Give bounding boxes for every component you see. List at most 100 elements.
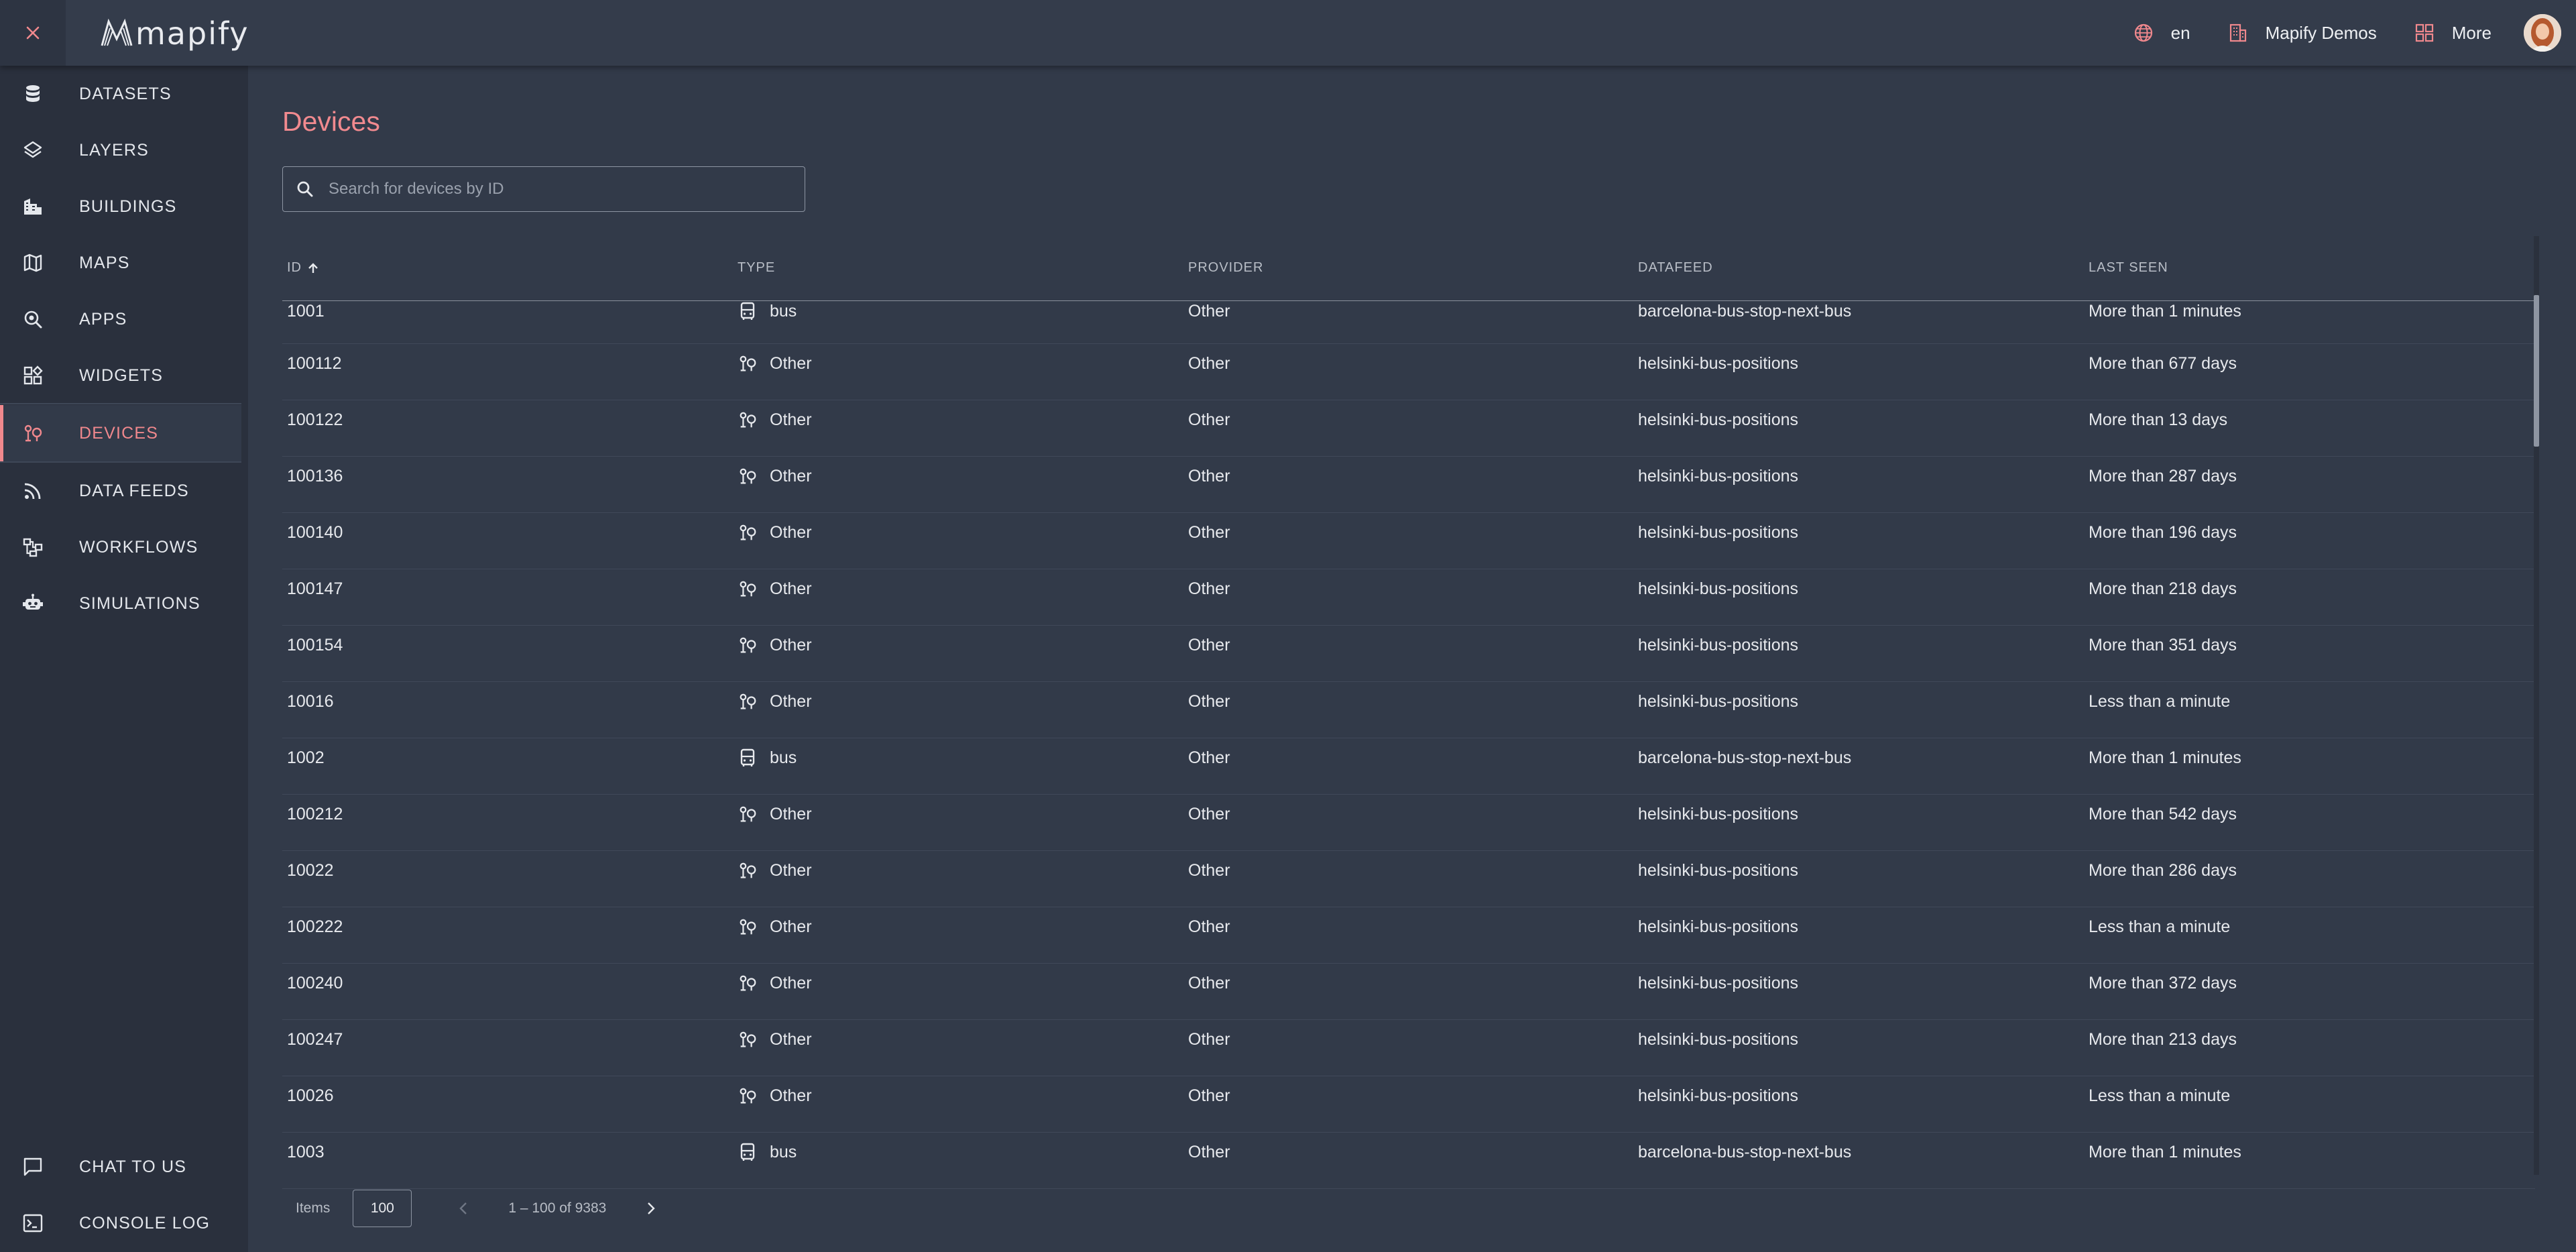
- table-row[interactable]: 100212 Other Other helsinki-bus-positions Mo…: [282, 795, 2535, 851]
- table-row[interactable]: 100222 Other Other helsinki-bus-positions Le…: [282, 907, 2535, 964]
- close-button[interactable]: [0, 0, 66, 66]
- cell-datafeed: helsinki-bus-positions: [1638, 522, 1799, 542]
- search-field[interactable]: [282, 166, 805, 212]
- sidebar-item-datasets[interactable]: DATASETS: [0, 66, 241, 122]
- sidebar-item-chat[interactable]: CHAT TO US: [0, 1139, 241, 1195]
- organization-label: Mapify Demos: [2265, 22, 2377, 43]
- sidebar-item-workflows[interactable]: WORKFLOWS: [0, 519, 241, 575]
- organization-selector[interactable]: Mapify Demos: [2228, 23, 2377, 44]
- table-row[interactable]: 100240 Other Other helsinki-bus-positions Mo…: [282, 964, 2535, 1020]
- table-row[interactable]: 100154 Other Other helsinki-bus-positions Mo…: [282, 626, 2535, 682]
- type-label: Other: [770, 466, 812, 486]
- sidebar-item-data-feeds[interactable]: DATA FEEDS: [0, 463, 241, 519]
- cell-datafeed: helsinki-bus-positions: [1638, 917, 1799, 936]
- table-row[interactable]: 100247 Other Other helsinki-bus-positions Mo…: [282, 1020, 2535, 1076]
- table-row[interactable]: 1003 bus Other barcelona-bus-stop-next-bus M…: [282, 1133, 2535, 1189]
- cell-last-seen: Less than a minute: [2089, 691, 2231, 711]
- language-selector[interactable]: en: [2133, 23, 2190, 44]
- cell-type: Other: [738, 974, 812, 992]
- cell-type: Other: [738, 410, 812, 429]
- workflow-icon: [23, 538, 43, 557]
- cell-datafeed: helsinki-bus-positions: [1638, 973, 1799, 992]
- sidebar-item-simulations[interactable]: SIMULATIONS: [0, 575, 241, 632]
- column-header-datafeed[interactable]: DATAFEED: [1638, 260, 1713, 276]
- cell-provider: Other: [1188, 466, 1230, 486]
- table-row[interactable]: 10016 Other Other helsinki-bus-positions Les…: [282, 682, 2535, 738]
- cell-last-seen: More than 286 days: [2089, 860, 2237, 880]
- table-row[interactable]: 1001 bus Other barcelona-bus-stop-next-bus M…: [282, 301, 2535, 344]
- chat-icon: [23, 1157, 42, 1176]
- terminal-icon: [23, 1214, 43, 1233]
- cell-datafeed: barcelona-bus-stop-next-bus: [1638, 748, 1852, 767]
- cell-id: 100240: [287, 973, 343, 992]
- mapify-logo[interactable]: mapify: [101, 15, 249, 52]
- table-row[interactable]: 10026 Other Other helsinki-bus-positions Les…: [282, 1076, 2535, 1133]
- cell-type: bus: [738, 748, 797, 767]
- cell-type: Other: [738, 579, 812, 598]
- page-size-select[interactable]: 100: [353, 1190, 412, 1227]
- table-scrollbar-thumb[interactable]: [2534, 295, 2539, 447]
- cell-last-seen: More than 1 minutes: [2089, 748, 2241, 767]
- table-row[interactable]: 100122 Other Other helsinki-bus-positions Mo…: [282, 400, 2535, 457]
- cell-type: Other: [738, 354, 812, 373]
- cell-provider: Other: [1188, 691, 1230, 711]
- devices-table: ID TYPE PROVIDER DATAFEED LAST SEEN 1001…: [282, 236, 2535, 1237]
- devices-icon: [740, 524, 756, 540]
- cell-type: Other: [738, 635, 812, 655]
- column-header-last-seen[interactable]: LAST SEEN: [2089, 260, 2168, 276]
- cell-id: 10016: [287, 691, 334, 711]
- type-label: bus: [770, 301, 797, 321]
- user-avatar[interactable]: [2524, 14, 2561, 52]
- sidebar-item-label: DATASETS: [79, 84, 172, 103]
- sidebar-item-apps[interactable]: APPS: [0, 291, 241, 347]
- type-label: bus: [770, 748, 797, 767]
- cell-last-seen: More than 1 minutes: [2089, 301, 2241, 321]
- cell-id: 100122: [287, 410, 343, 429]
- sidebar-item-console-log[interactable]: CONSOLE LOG: [0, 1195, 241, 1251]
- devices-icon: [740, 468, 756, 484]
- sidebar-item-devices[interactable]: DEVICES: [0, 405, 241, 461]
- cell-type: Other: [738, 861, 812, 880]
- sidebar-item-label: LAYERS: [79, 140, 150, 160]
- previous-page-button[interactable]: [449, 1194, 479, 1223]
- next-page-button[interactable]: [636, 1194, 665, 1223]
- close-icon: [26, 26, 40, 40]
- language-label: en: [2170, 22, 2190, 43]
- sidebar-item-widgets[interactable]: WIDGETS: [0, 347, 241, 404]
- cell-provider: Other: [1188, 1029, 1230, 1049]
- type-label: Other: [770, 635, 812, 655]
- cell-last-seen: More than 372 days: [2089, 973, 2237, 992]
- cell-last-seen: More than 677 days: [2089, 353, 2237, 373]
- sidebar-item-buildings[interactable]: BUILDINGS: [0, 178, 241, 235]
- table-row[interactable]: 100147 Other Other helsinki-bus-positions Mo…: [282, 569, 2535, 626]
- column-header-type[interactable]: TYPE: [738, 260, 775, 276]
- cell-last-seen: More than 287 days: [2089, 466, 2237, 486]
- cell-last-seen: More than 13 days: [2089, 410, 2228, 429]
- cell-datafeed: helsinki-bus-positions: [1638, 691, 1799, 711]
- sidebar-item-label: APPS: [79, 309, 127, 329]
- table-row[interactable]: 10022 Other Other helsinki-bus-positions Mor…: [282, 851, 2535, 907]
- cell-type: bus: [738, 1143, 797, 1161]
- table-row[interactable]: 100136 Other Other helsinki-bus-positions Mo…: [282, 457, 2535, 513]
- sidebar-item-layers[interactable]: LAYERS: [0, 122, 241, 178]
- cell-id: 100140: [287, 522, 343, 542]
- page-title: Devices: [282, 106, 380, 137]
- devices-icon: [740, 355, 756, 372]
- search-input[interactable]: [327, 179, 786, 199]
- cell-provider: Other: [1188, 579, 1230, 598]
- column-header-provider[interactable]: PROVIDER: [1188, 260, 1263, 276]
- more-menu[interactable]: More: [2414, 23, 2492, 44]
- cell-id: 1002: [287, 748, 325, 767]
- sidebar-divider: [0, 403, 241, 404]
- cell-id: 100154: [287, 635, 343, 655]
- table-row[interactable]: 1002 bus Other barcelona-bus-stop-next-bus M…: [282, 738, 2535, 795]
- bus-icon: [740, 748, 755, 766]
- column-header-id[interactable]: ID: [287, 260, 319, 276]
- table-row[interactable]: 100112 Other Other helsinki-bus-positions Mo…: [282, 344, 2535, 400]
- sidebar-item-label: MAPS: [79, 253, 130, 272]
- table-row[interactable]: 100140 Other Other helsinki-bus-positions Mo…: [282, 513, 2535, 569]
- type-label: bus: [770, 1142, 797, 1161]
- devices-icon: [740, 581, 756, 597]
- sidebar-item-maps[interactable]: MAPS: [0, 235, 241, 291]
- cell-id: 100112: [287, 353, 342, 373]
